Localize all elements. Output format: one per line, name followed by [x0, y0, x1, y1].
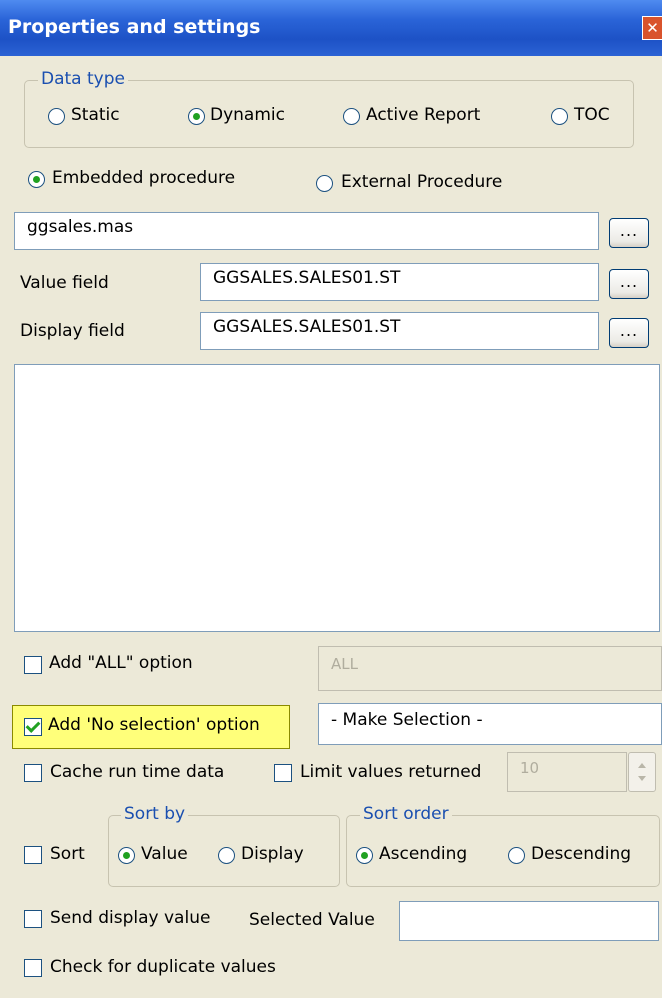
sort-order-legend: Sort order — [360, 804, 452, 824]
check-duplicates-label: Check for duplicate values — [50, 957, 276, 977]
radio-static[interactable] — [48, 108, 65, 125]
procedure-file-input[interactable]: ggsales.mas — [14, 212, 599, 250]
radio-external-procedure-label: External Procedure — [341, 172, 503, 192]
sort-by-legend: Sort by — [121, 804, 189, 824]
limit-values-checkbox[interactable] — [274, 764, 292, 782]
radio-descending-label: Descending — [531, 844, 632, 864]
value-field-label: Value field — [20, 273, 109, 293]
radio-sort-by-value-label: Value — [141, 844, 188, 864]
radio-external-procedure[interactable] — [316, 175, 333, 192]
no-selection-value-input[interactable]: - Make Selection - — [318, 703, 662, 745]
radio-sort-by-display-label: Display — [241, 844, 304, 864]
radio-descending[interactable] — [508, 847, 525, 864]
close-button[interactable]: ✕ — [642, 16, 662, 40]
browse-procedure-button[interactable]: ... — [609, 218, 649, 248]
radio-static-label: Static — [71, 105, 120, 125]
limit-values-spinner[interactable] — [628, 752, 656, 792]
radio-embedded-procedure[interactable] — [28, 171, 45, 188]
browse-display-field-button[interactable]: ... — [609, 318, 649, 348]
limit-values-input[interactable]: 10 — [507, 752, 627, 792]
radio-active-report[interactable] — [343, 108, 360, 125]
sort-checkbox[interactable] — [24, 846, 42, 864]
check-duplicates-checkbox[interactable] — [24, 959, 42, 977]
radio-sort-by-value[interactable] — [118, 847, 135, 864]
value-field-input[interactable]: GGSALES.SALES01.ST — [200, 263, 599, 301]
radio-sort-by-display[interactable] — [218, 847, 235, 864]
radio-dynamic[interactable] — [188, 108, 205, 125]
no-selection-checkbox[interactable] — [24, 718, 42, 736]
window-title: Properties and settings — [8, 16, 261, 38]
no-selection-label: Add 'No selection' option — [48, 715, 260, 735]
add-all-value-input[interactable]: ALL — [318, 646, 662, 691]
radio-toc[interactable] — [551, 108, 568, 125]
selected-value-input[interactable] — [399, 901, 659, 941]
spinner-arrows-icon — [638, 763, 646, 781]
cache-runtime-label: Cache run time data — [50, 762, 225, 782]
display-field-input[interactable]: GGSALES.SALES01.ST — [200, 312, 599, 350]
radio-ascending[interactable] — [356, 847, 373, 864]
radio-embedded-procedure-label: Embedded procedure — [52, 168, 236, 188]
selected-value-label: Selected Value — [249, 910, 375, 930]
send-display-value-label: Send display value — [50, 908, 211, 928]
radio-dynamic-label: Dynamic — [210, 105, 285, 125]
sort-label: Sort — [50, 844, 85, 864]
browse-value-field-button[interactable]: ... — [609, 269, 649, 299]
radio-ascending-label: Ascending — [379, 844, 468, 864]
radio-active-report-label: Active Report — [366, 105, 481, 125]
cache-runtime-checkbox[interactable] — [24, 764, 42, 782]
radio-toc-label: TOC — [574, 105, 610, 125]
limit-values-label: Limit values returned — [300, 762, 482, 782]
close-icon: ✕ — [646, 19, 659, 37]
add-all-label: Add "ALL" option — [49, 653, 193, 673]
data-type-legend: Data type — [38, 69, 128, 89]
values-list[interactable] — [14, 364, 660, 632]
add-all-checkbox[interactable] — [24, 656, 42, 674]
send-display-value-checkbox[interactable] — [24, 910, 42, 928]
display-field-label: Display field — [20, 321, 125, 341]
